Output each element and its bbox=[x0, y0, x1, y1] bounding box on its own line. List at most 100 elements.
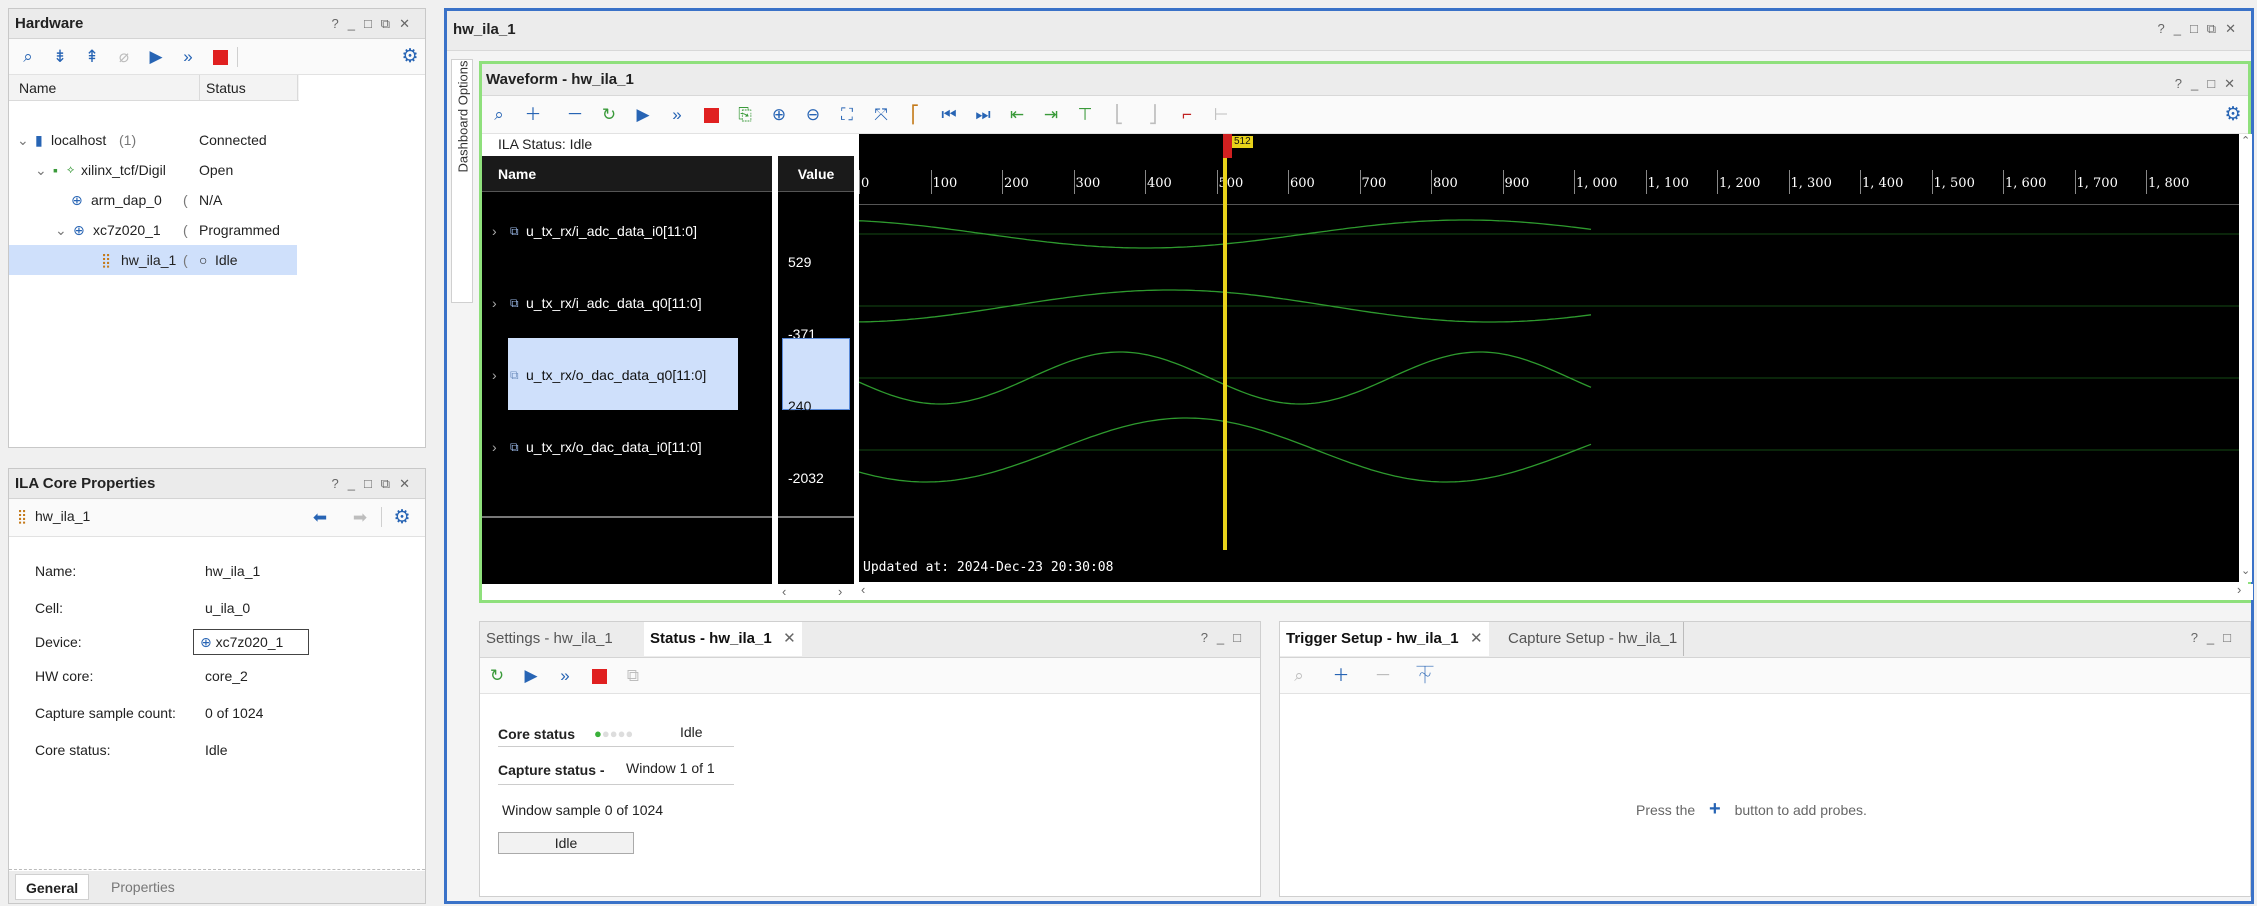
gear-icon[interactable]: ⚙ bbox=[391, 507, 413, 529]
search-icon[interactable]: ⌕ bbox=[17, 46, 39, 68]
hardware-row-ila[interactable]: ⣿ hw_ila_1 ( ○ Idle bbox=[9, 245, 297, 275]
hardware-row-arm-dap[interactable]: ⊕ arm_dap_0 ( N/A bbox=[9, 185, 299, 215]
waveform-toolbar: ⌕ ＋ － ↻ ▶ » ⎘ ⊕ ⊖ ⛶ ⤧ ⎡ ⏮ ⏭ ⇤ ⇥ ⊤ ⎣ ⎦ ⌐ … bbox=[482, 96, 2248, 134]
chevron-right-icon[interactable]: › bbox=[492, 216, 497, 246]
device-link[interactable]: ⊕ xc7z020_1 bbox=[193, 629, 309, 655]
trigger-cursor[interactable] bbox=[1223, 134, 1227, 550]
add-marker-icon[interactable]: ⊤ bbox=[1074, 104, 1096, 126]
signal-row[interactable]: › ⧉ u_tx_rx/i_adc_data_i0[11:0] bbox=[482, 216, 772, 246]
cursor-label: 512 bbox=[1232, 136, 1253, 148]
hardware-window-controls[interactable]: ?_□⧉✕ bbox=[332, 9, 420, 39]
trigger-marker-icon[interactable] bbox=[1223, 134, 1232, 158]
tab-general[interactable]: General bbox=[15, 874, 90, 900]
tab-status[interactable]: Status - hw_ila_1 ✕ bbox=[644, 622, 802, 656]
hardware-row-device[interactable]: ⌄ ⊕ xc7z020_1 ( Programmed bbox=[9, 215, 299, 245]
add-icon[interactable]: ＋ bbox=[522, 104, 544, 126]
stop-trigger-icon[interactable] bbox=[588, 665, 610, 687]
waveform-traces bbox=[859, 219, 2239, 483]
trigger-condition-icon[interactable]: ⏇ bbox=[1414, 665, 1436, 687]
chevron-down-icon[interactable]: ⌄ bbox=[55, 215, 67, 245]
marker-icon[interactable]: ⎡ bbox=[904, 104, 926, 126]
hardware-row-status: Connected bbox=[199, 132, 267, 148]
prop-value: xc7z020_1 bbox=[215, 634, 284, 650]
waveform-titlebar: Waveform - hw_ila_1 ?_□✕ bbox=[482, 64, 2248, 96]
forward-arrow-icon[interactable]: ➡ bbox=[349, 507, 371, 529]
tab-settings[interactable]: Settings - hw_ila_1 bbox=[480, 622, 619, 656]
run-trigger-icon[interactable]: ▶ bbox=[145, 46, 167, 68]
run-immediate-icon[interactable]: » bbox=[666, 104, 688, 126]
go-to-start-icon[interactable]: ⏮ bbox=[938, 104, 960, 126]
chevron-right-icon[interactable]: › bbox=[492, 432, 497, 462]
ila-properties-toolbar: ⣿ hw_ila_1 ⬅ ➡ ⚙ bbox=[9, 499, 425, 537]
chevron-down-icon[interactable]: ⌄ bbox=[35, 155, 47, 185]
tab-trigger-setup[interactable]: Trigger Setup - hw_ila_1 ✕ bbox=[1280, 622, 1489, 656]
idle-circle-icon: ○ bbox=[199, 252, 208, 268]
trigger-window-controls[interactable]: ?_□ bbox=[2191, 630, 2240, 645]
window-sample: Window sample 0 of 1024 bbox=[502, 802, 664, 818]
waveform-window-controls[interactable]: ?_□✕ bbox=[2175, 76, 2244, 92]
swap-cursors-icon[interactable]: ⌐ bbox=[1176, 104, 1198, 126]
previous-transition-icon[interactable]: ⇤ bbox=[1006, 104, 1028, 126]
disconnect-icon[interactable]: ⌀ bbox=[113, 46, 135, 68]
gear-icon[interactable]: ⚙ bbox=[2222, 104, 2244, 126]
signal-name: u_tx_rx/o_dac_data_i0[11:0] bbox=[526, 439, 702, 455]
hardware-row-target[interactable]: ⌄ ▪ ⟡ xilinx_tcf/Digil Open bbox=[9, 155, 299, 185]
tab-capture-setup[interactable]: Capture Setup - hw_ila_1 bbox=[1502, 622, 1685, 656]
export-icon[interactable]: ⎘ bbox=[734, 104, 756, 126]
run-immediate-icon[interactable]: » bbox=[554, 665, 576, 687]
hardware-row-localhost[interactable]: ⌄ ▮ localhost (1) Connected bbox=[9, 125, 299, 155]
zoom-in-icon[interactable]: ⊕ bbox=[768, 104, 790, 126]
names-scrollbar[interactable]: ‹ › bbox=[482, 584, 854, 600]
next-transition-icon[interactable]: ⇥ bbox=[1040, 104, 1062, 126]
search-icon[interactable]: ⌕ bbox=[488, 104, 510, 126]
close-icon[interactable]: ✕ bbox=[1470, 622, 1483, 656]
signal-row[interactable]: › ⧉ u_tx_rx/i_adc_data_q0[11:0] bbox=[482, 288, 772, 318]
previous-marker-icon[interactable]: ⎣ bbox=[1108, 104, 1130, 126]
waveform-canvas[interactable]: 0 100 200 300 400 500 600 700 800 900 1, 000 1, 100… bbox=[859, 134, 2239, 582]
auto-rearm-icon[interactable]: ↻ bbox=[598, 104, 620, 126]
export-icon[interactable]: ⧉ bbox=[622, 665, 644, 687]
go-to-end-icon[interactable]: ⏭ bbox=[972, 104, 994, 126]
gear-icon[interactable]: ⚙ bbox=[399, 46, 421, 68]
main-window-controls[interactable]: ?_□⧉✕ bbox=[2158, 21, 2246, 37]
close-icon[interactable]: ✕ bbox=[783, 622, 796, 656]
signal-row[interactable]: › ⧉ u_tx_rx/o_dac_data_q0[11:0] bbox=[482, 360, 772, 390]
snap-icon[interactable]: ⊢ bbox=[1210, 104, 1232, 126]
collapse-all-icon[interactable]: ⇟ bbox=[49, 46, 71, 68]
remove-probe-icon[interactable]: － bbox=[1372, 665, 1394, 687]
status-window-controls[interactable]: ?_□ bbox=[1201, 630, 1250, 645]
run-immediate-icon[interactable]: » bbox=[177, 46, 199, 68]
signal-row[interactable]: › ⧉ u_tx_rx/o_dac_data_i0[11:0] bbox=[482, 432, 772, 462]
col-name: Name bbox=[19, 80, 57, 96]
remove-icon[interactable]: － bbox=[564, 104, 586, 126]
zoom-cursor-icon[interactable]: ⤧ bbox=[870, 104, 892, 126]
core-status-value: Idle bbox=[680, 724, 703, 740]
hardware-row-suffix: ( bbox=[183, 252, 188, 268]
ila-properties-window-controls[interactable]: ?_□⧉✕ bbox=[332, 469, 420, 499]
waveform-vertical-scrollbar[interactable]: ⌃ ⌄ bbox=[2240, 134, 2252, 582]
search-icon[interactable]: ⌕ bbox=[1288, 665, 1310, 687]
stop-trigger-icon[interactable] bbox=[700, 104, 722, 126]
hardware-row-status: Open bbox=[199, 162, 234, 178]
next-marker-icon[interactable]: ⎦ bbox=[1142, 104, 1164, 126]
idle-button[interactable]: Idle bbox=[498, 832, 634, 854]
zoom-fit-icon[interactable]: ⛶ bbox=[836, 104, 858, 126]
auto-rearm-icon[interactable]: ↻ bbox=[486, 665, 508, 687]
waveform-horizontal-scrollbar[interactable]: ‹ › bbox=[859, 582, 2253, 600]
stop-trigger-icon[interactable] bbox=[209, 46, 231, 68]
chevron-right-icon[interactable]: › bbox=[492, 288, 497, 318]
add-icon[interactable]: + bbox=[1699, 798, 1731, 820]
run-trigger-icon[interactable]: ▶ bbox=[632, 104, 654, 126]
back-arrow-icon[interactable]: ⬅ bbox=[309, 507, 331, 529]
chevron-right-icon[interactable]: › bbox=[492, 360, 497, 390]
dashboard-options-tab[interactable]: Dashboard Options bbox=[451, 59, 473, 303]
prop-value: hw_ila_1 bbox=[205, 563, 261, 579]
zoom-out-icon[interactable]: ⊖ bbox=[802, 104, 824, 126]
add-probe-icon[interactable]: ＋ bbox=[1330, 665, 1352, 687]
chevron-down-icon[interactable]: ⌄ bbox=[17, 125, 29, 155]
expand-all-icon[interactable]: ⇞ bbox=[81, 46, 103, 68]
trigger-toolbar: ⌕ ＋ － ⏇ bbox=[1280, 658, 2250, 694]
run-trigger-icon[interactable]: ▶ bbox=[520, 665, 542, 687]
col-name: Name bbox=[482, 156, 772, 192]
tab-properties[interactable]: Properties bbox=[105, 874, 181, 900]
